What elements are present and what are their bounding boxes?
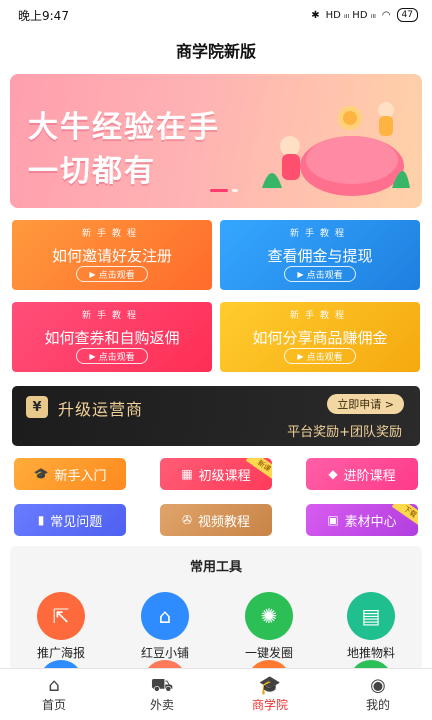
apply-now-button[interactable]: 立即申请 > [327, 394, 404, 414]
watch-button[interactable]: ▶ 点击观看 [76, 266, 148, 282]
graduation-cap-icon: 🎓 [33, 467, 49, 481]
camera-aperture-icon: ✺ [245, 592, 293, 640]
quick-link-video-tutorial[interactable]: ✇ 视频教程 [160, 504, 272, 536]
card-title: 如何邀请好友注册 [51, 247, 172, 265]
card-tag: 新手教程 [81, 311, 142, 321]
tool-ground-materials[interactable]: ▤ 地推物料 [326, 592, 416, 661]
banner-headline: 大牛经验在手 [28, 110, 220, 145]
quick-link-label: 视频教程 [198, 514, 251, 530]
play-icon: ▶ [297, 351, 304, 361]
upgrade-title: 升级运营商 [58, 400, 144, 419]
quick-link-beginner[interactable]: 🎓 新手入门 [14, 458, 126, 490]
share-icon: ⇱ [37, 592, 85, 640]
status-icons: ✱ HD ᵢₗₗ HD ᵢₗₗ ◠ 47 [311, 8, 418, 22]
bottom-tab-bar: ⌂ 首页 ⛟ 外卖 🎓 商学院 ◉ 我的 [0, 668, 432, 720]
banner-dot-active [210, 189, 228, 192]
diamond-icon: ◆ [328, 467, 338, 481]
tab-label: 商学院 [251, 698, 288, 712]
tab-label: 首页 [41, 698, 66, 712]
card-title: 如何分享商品赚佣金 [252, 329, 388, 347]
quick-link-material-center[interactable]: ▣ 素材中心 下载 [306, 504, 418, 536]
quick-link-label: 初级课程 [198, 468, 251, 484]
image-icon: ▣ [327, 513, 339, 527]
banner-dot [232, 189, 238, 192]
bar-chart-icon: ▮ [37, 513, 45, 527]
tab-home[interactable]: ⌂ 首页 [0, 669, 108, 720]
quick-link-label: 常见问题 [50, 514, 103, 530]
grid-icon: ▦ [181, 467, 193, 481]
tab-takeaway[interactable]: ⛟ 外卖 [108, 669, 216, 720]
quick-link-label: 进阶课程 [343, 468, 396, 484]
tool-label: 地推物料 [346, 646, 395, 660]
user-icon: ◉ [370, 675, 386, 696]
home-icon: ⌂ [48, 675, 60, 696]
scooter-icon: ⛟ [150, 675, 174, 696]
store-icon: ⌂ [141, 592, 189, 640]
status-time: 晚上9:47 [18, 8, 69, 23]
graduation-cap-icon: 🎓 [258, 675, 282, 696]
tab-mine[interactable]: ◉ 我的 [324, 669, 432, 720]
tool-promo-poster[interactable]: ⇱ 推广海报 [16, 592, 106, 661]
quick-link-basic-course[interactable]: ▦ 初级课程 新课 [160, 458, 272, 490]
quick-link-faq[interactable]: ▮ 常见问题 [14, 504, 126, 536]
watch-button-label: 点击观看 [306, 270, 343, 281]
card-tag: 新手教程 [81, 229, 142, 239]
card-tag: 新手教程 [289, 311, 350, 321]
watch-button-label: 点击观看 [98, 270, 135, 281]
tutorial-card-commission[interactable]: 新手教程 查看佣金与提现 ▶ 点击观看 [220, 220, 420, 290]
quick-link-label: 素材中心 [344, 514, 397, 530]
page-title: 商学院新版 [175, 42, 256, 61]
watch-button[interactable]: ▶ 点击观看 [284, 348, 356, 364]
upgrade-operator-banner[interactable]: ¥ 升级运营商 立即申请 > 平台奖励+团队奖励 [12, 386, 420, 446]
yuan-icon: ¥ [26, 396, 48, 418]
tools-title: 常用工具 [189, 560, 242, 575]
watch-button-label: 点击观看 [98, 352, 135, 363]
card-title: 查看佣金与提现 [267, 247, 373, 265]
play-icon: ▶ [89, 351, 96, 361]
watch-button[interactable]: ▶ 点击观看 [76, 348, 148, 364]
tool-label: 红豆小铺 [140, 646, 189, 660]
wifi-icon: ◠ [381, 9, 391, 21]
banner-pagination [210, 189, 238, 192]
tutorial-card-share[interactable]: 新手教程 如何分享商品赚佣金 ▶ 点击观看 [220, 302, 420, 372]
tool-label: 一键发圈 [244, 646, 293, 660]
signal-icon: HD ᵢₗₗ HD ᵢₗₗ [325, 9, 376, 21]
watch-button[interactable]: ▶ 点击观看 [284, 266, 356, 282]
tab-business-school[interactable]: 🎓 商学院 [216, 669, 324, 720]
box-icon: ▤ [347, 592, 395, 640]
watch-button-label: 点击观看 [306, 352, 343, 363]
promo-banner[interactable]: 大牛经验在手 一切都有 [10, 74, 422, 208]
banner-subheadline: 一切都有 [28, 154, 156, 189]
film-reel-icon: ✇ [181, 513, 193, 527]
tutorial-card-coupon[interactable]: 新手教程 如何查券和自购返佣 ▶ 点击观看 [12, 302, 212, 372]
tab-label: 外卖 [149, 698, 174, 712]
battery-icon: 47 [396, 8, 418, 22]
banner-illustration [262, 102, 410, 196]
play-icon: ▶ [89, 269, 96, 279]
card-tag: 新手教程 [289, 229, 350, 239]
upgrade-subtitle: 平台奖励+团队奖励 [287, 425, 402, 440]
status-bar: 晚上9:47 ✱ HD ᵢₗₗ HD ᵢₗₗ ◠ 47 [0, 0, 432, 30]
tool-one-click-post[interactable]: ✺ 一键发圈 [224, 592, 314, 661]
bluetooth-icon: ✱ [311, 9, 320, 21]
tutorial-card-invite[interactable]: 新手教程 如何邀请好友注册 ▶ 点击观看 [12, 220, 212, 290]
quick-link-label: 新手入门 [54, 468, 107, 484]
tab-label: 我的 [365, 698, 390, 712]
card-title: 如何查券和自购返佣 [44, 329, 180, 347]
tool-label: 推广海报 [36, 646, 85, 660]
play-icon: ▶ [297, 269, 304, 279]
common-tools-panel: 常用工具 ⇱ 推广海报 ⌂ 红豆小铺 ✺ 一键发圈 ▤ 地推物料 [10, 546, 422, 670]
quick-link-advanced-course[interactable]: ◆ 进阶课程 [306, 458, 418, 490]
tool-store[interactable]: ⌂ 红豆小铺 [120, 592, 210, 661]
